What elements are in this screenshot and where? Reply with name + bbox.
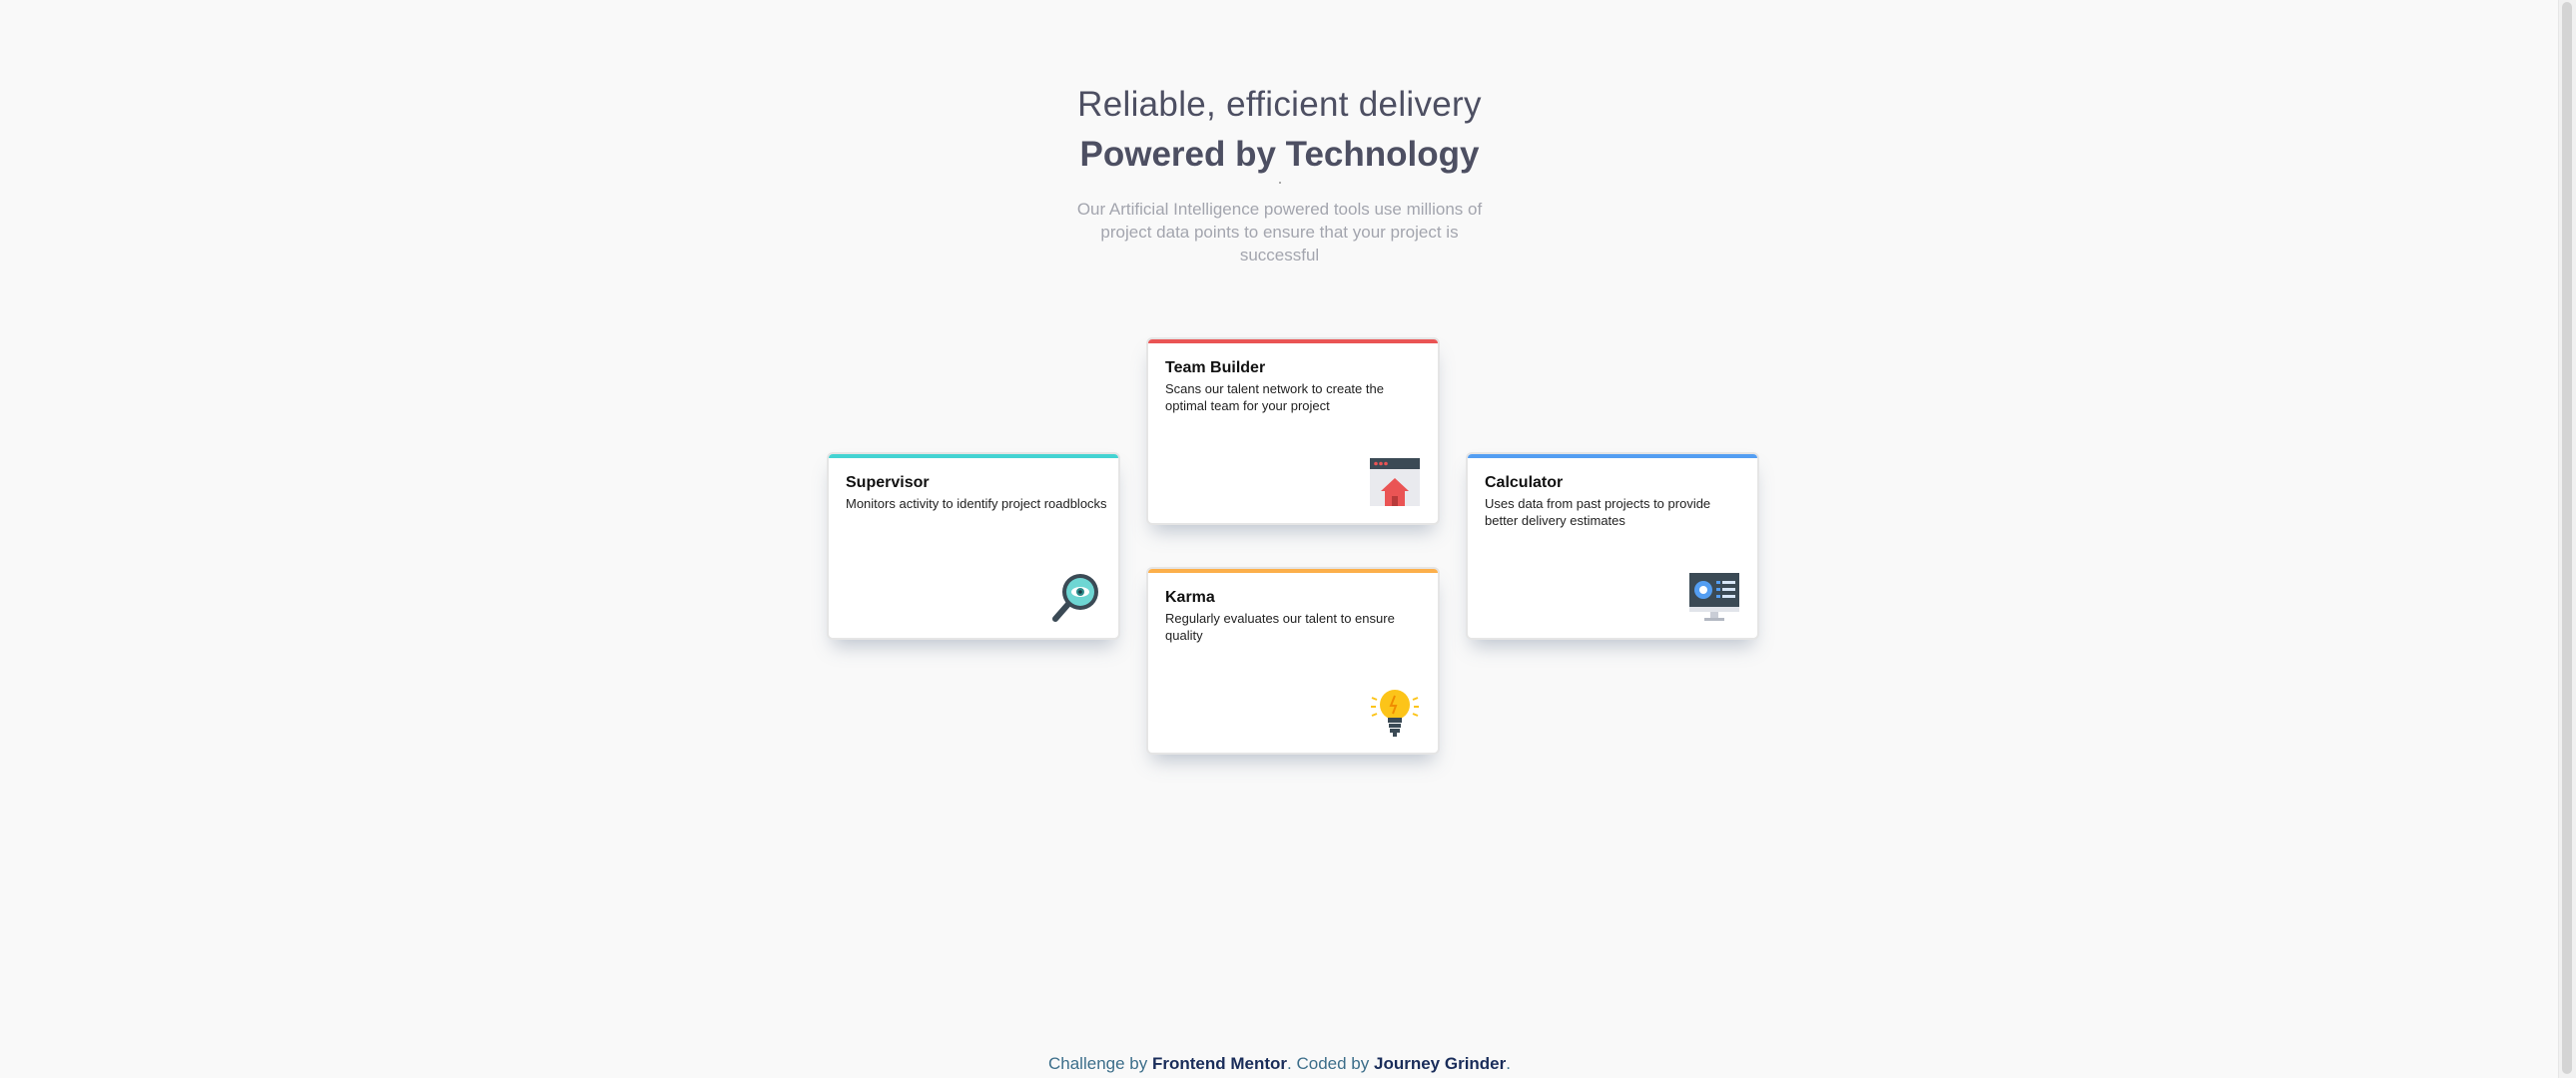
card-team-builder: Team Builder Scans our talent network to… xyxy=(1146,337,1440,525)
attribution-middle: . Coded by xyxy=(1287,1054,1370,1073)
author-link[interactable]: Journey Grinder xyxy=(1374,1054,1506,1073)
card-title: Karma xyxy=(1165,589,1215,606)
page: Reliable, efficient delivery Powered by … xyxy=(0,0,2576,1078)
card-accent-bar xyxy=(1468,454,1757,458)
intro-text: Our Artificial Intelligence powered tool… xyxy=(1076,200,1483,265)
card-supervisor: Supervisor Monitors activity to identify… xyxy=(827,452,1120,640)
headline-bold: Powered by Technology xyxy=(1079,135,1480,174)
attribution-prefix: Challenge by xyxy=(1048,1054,1148,1073)
card-description: Uses data from past projects to provide … xyxy=(1485,496,1711,528)
attribution-suffix: . xyxy=(1506,1054,1511,1073)
frontend-mentor-link[interactable]: Frontend Mentor xyxy=(1152,1054,1287,1073)
main-content: Reliable, efficient delivery Powered by … xyxy=(0,0,2559,1078)
magnifier-eye-icon xyxy=(1052,574,1098,622)
headline-light: Reliable, efficient delivery xyxy=(1077,85,1482,124)
card-accent-bar xyxy=(1148,339,1438,343)
card-title: Calculator xyxy=(1485,474,1564,491)
lightbulb-icon xyxy=(1371,690,1419,737)
divider-dot xyxy=(1278,182,1281,184)
card-calculator: Calculator Uses data from past projects … xyxy=(1466,452,1759,640)
vertical-scrollbar[interactable] xyxy=(2558,0,2576,1078)
card-accent-bar xyxy=(1148,569,1438,573)
card-description: Scans our talent network to create the o… xyxy=(1165,381,1384,413)
scrollbar-thumb[interactable] xyxy=(2562,2,2572,1074)
header-section: Reliable, efficient delivery Powered by … xyxy=(0,80,2559,267)
attribution-footer: Challenge by Frontend Mentor. Coded by J… xyxy=(0,1054,2559,1074)
card-accent-bar xyxy=(829,454,1118,458)
card-title: Team Builder xyxy=(1165,359,1266,376)
card-karma: Karma Regularly evaluates our talent to … xyxy=(1146,567,1440,755)
monitor-dashboard-icon xyxy=(1689,573,1739,621)
card-description: Monitors activity to identify project ro… xyxy=(846,496,1107,511)
card-title: Supervisor xyxy=(846,474,930,491)
browser-home-icon xyxy=(1370,458,1420,506)
card-description: Regularly evaluates our talent to ensure… xyxy=(1165,611,1395,643)
